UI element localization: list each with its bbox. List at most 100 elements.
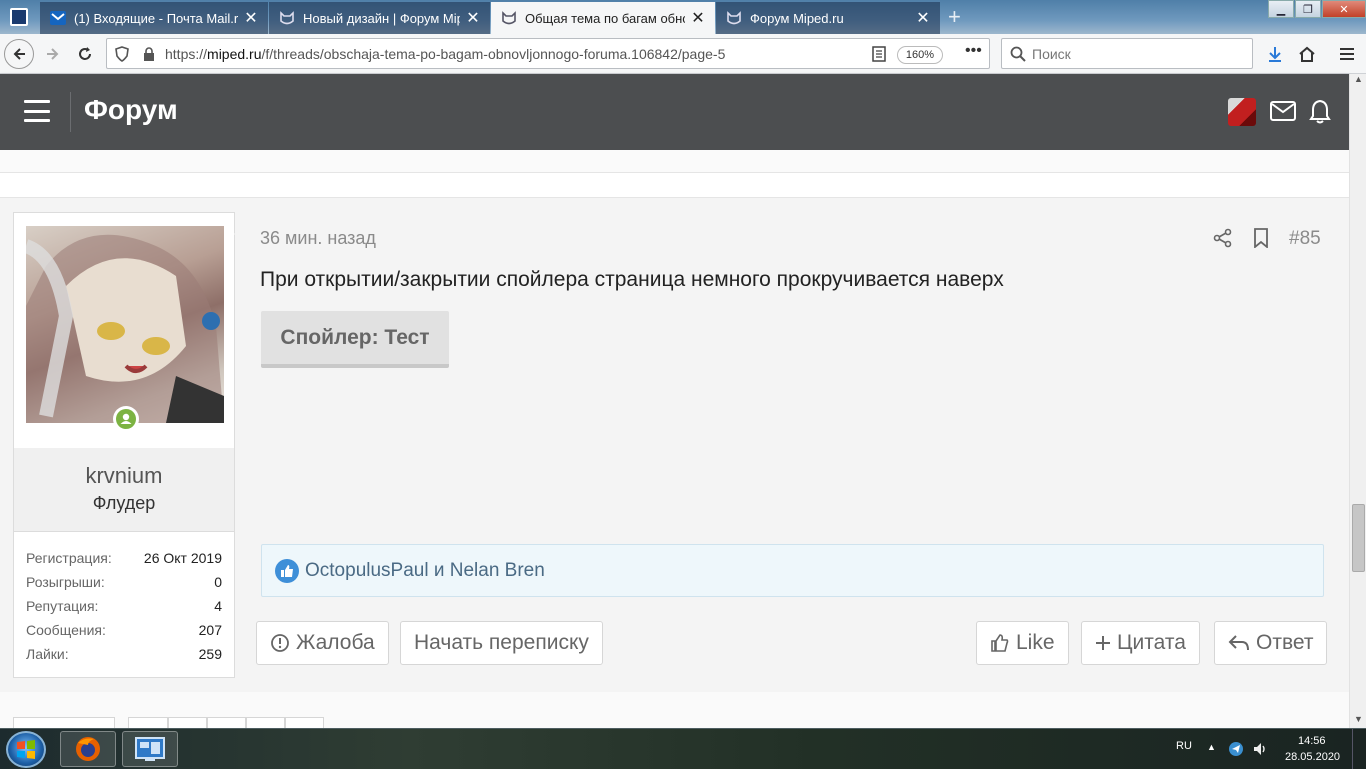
page-content: krvnium Флудер Регистрация: 26 Окт 2019 Р… — [0, 150, 1349, 729]
telegram-tray-icon[interactable] — [1228, 741, 1244, 762]
stat-value: 26 Окт 2019 — [143, 550, 222, 566]
tab-title: Новый дизайн | Форум Miped — [303, 10, 460, 26]
conversation-label: Начать переписку — [414, 631, 589, 654]
reload-button[interactable] — [70, 39, 100, 69]
back-button[interactable] — [4, 39, 34, 69]
miped-icon — [501, 10, 517, 26]
tab-list-icon[interactable] — [10, 8, 28, 26]
header-divider — [70, 92, 71, 132]
lock-icon[interactable] — [143, 47, 155, 66]
close-window-button[interactable]: ✕ — [1322, 0, 1366, 18]
post-text: При открытии/закрытии спойлера страница … — [260, 268, 1004, 291]
site-title[interactable]: Форум — [84, 94, 178, 126]
reply-icon — [1228, 635, 1249, 651]
browser-tab-bar: (1) Входящие - Почта Mail.ru ✕ Новый диз… — [0, 0, 1366, 34]
stat-value: 207 — [198, 622, 222, 638]
scroll-up-icon[interactable]: ▲ — [1354, 74, 1363, 84]
stat-label: Розыгрыши: — [26, 574, 105, 590]
search-input[interactable]: Поиск — [1001, 38, 1253, 69]
avatar-box — [14, 213, 234, 448]
post-time[interactable]: 36 мин. назад — [260, 228, 376, 249]
forum-post: krvnium Флудер Регистрация: 26 Окт 2019 Р… — [0, 198, 1349, 692]
spoiler-button[interactable]: Спойлер: Тест — [261, 311, 449, 368]
user-title: Флудер — [92, 493, 156, 513]
page-actions-icon[interactable]: ••• — [965, 42, 982, 60]
show-desktop-button[interactable] — [1352, 729, 1366, 769]
post-number[interactable]: #85 — [1289, 228, 1321, 250]
url-text: https://miped.ru/f/threads/obschaja-tema… — [165, 46, 725, 62]
close-tab-icon[interactable]: ✕ — [244, 8, 258, 28]
report-label: Жалоба — [296, 631, 375, 654]
page-strip — [0, 172, 1349, 198]
start-conversation-button[interactable]: Начать переписку — [400, 621, 603, 665]
shield-icon[interactable] — [115, 46, 129, 67]
close-tab-icon[interactable]: ✕ — [691, 8, 705, 28]
search-icon — [1010, 46, 1026, 65]
tray-expand-icon[interactable]: ▲ — [1207, 742, 1216, 752]
stat-label: Сообщения: — [26, 622, 106, 638]
quote-label: Цитата — [1117, 631, 1186, 654]
card-arrow — [234, 226, 242, 242]
new-tab-button[interactable]: + — [948, 4, 968, 29]
clock-time[interactable]: 14:56 — [1298, 735, 1326, 747]
plus-icon — [1096, 636, 1110, 650]
minimize-button[interactable]: ▁ — [1268, 0, 1294, 18]
tab-title: Форум Miped.ru — [750, 10, 844, 26]
username[interactable]: krvnium — [14, 463, 234, 489]
clock-date[interactable]: 28.05.2020 — [1285, 751, 1340, 763]
maximize-button[interactable]: ❐ — [1295, 0, 1321, 18]
scrollbar[interactable]: ▲ ▼ — [1349, 74, 1366, 728]
firefox-taskbar-button[interactable] — [60, 731, 116, 767]
scroll-down-icon[interactable]: ▼ — [1354, 714, 1363, 724]
warning-icon — [271, 634, 289, 652]
control-panel-taskbar-button[interactable] — [122, 731, 178, 767]
url-prefix: https:// — [165, 46, 208, 62]
like-button[interactable]: Like — [976, 621, 1069, 665]
language-indicator[interactable]: RU — [1176, 740, 1192, 752]
window-controls: ▁ ❐ ✕ — [1267, 0, 1366, 20]
url-path: /f/threads/obschaja-tema-po-bagam-obnovl… — [261, 46, 726, 62]
stat-row: Розыгрыши: 0 — [26, 574, 222, 590]
volume-icon[interactable] — [1252, 741, 1268, 762]
likes-text[interactable]: OctopulusPaul и Nelan Bren — [305, 560, 545, 582]
miped-icon — [279, 10, 295, 26]
taskbar: RU ▲ 14:56 28.05.2020 — [0, 728, 1366, 769]
menu-icon[interactable] — [1332, 39, 1362, 69]
avatar[interactable] — [26, 226, 224, 423]
tab-forum[interactable]: Форум Miped.ru ✕ — [716, 2, 940, 34]
report-button[interactable]: Жалоба — [256, 621, 389, 665]
forward-button[interactable] — [38, 39, 68, 69]
quote-button[interactable]: Цитата — [1081, 621, 1200, 665]
reply-label: Ответ — [1256, 631, 1314, 654]
tab-bug-thread[interactable]: Общая тема по багам обновл ✕ — [491, 2, 715, 34]
bell-icon[interactable] — [1309, 98, 1331, 129]
share-icon[interactable] — [1213, 228, 1233, 253]
user-avatar[interactable] — [1228, 98, 1256, 126]
url-bar[interactable]: https://miped.ru/f/threads/obschaja-tema… — [106, 38, 990, 69]
control-panel-icon — [135, 737, 165, 761]
online-status-icon — [113, 406, 139, 432]
close-tab-icon[interactable]: ✕ — [916, 8, 930, 28]
start-button[interactable] — [6, 731, 46, 768]
user-card: krvnium Флудер Регистрация: 26 Окт 2019 Р… — [13, 212, 235, 678]
stat-value: 4 — [214, 598, 222, 614]
mail-icon[interactable] — [1270, 100, 1296, 127]
tab-mail[interactable]: (1) Входящие - Почта Mail.ru ✕ — [40, 2, 268, 34]
reader-view-icon[interactable] — [872, 46, 886, 67]
stat-row: Сообщения: 207 — [26, 622, 222, 638]
zoom-level[interactable]: 160% — [897, 46, 943, 64]
user-stats: Регистрация: 26 Окт 2019 Розыгрыши: 0 Репу… — [14, 531, 234, 677]
hamburger-icon[interactable] — [24, 100, 50, 122]
tab-new-design[interactable]: Новый дизайн | Форум Miped ✕ — [269, 2, 490, 34]
bookmark-icon[interactable] — [1252, 228, 1270, 253]
home-icon[interactable] — [1292, 39, 1322, 69]
close-tab-icon[interactable]: ✕ — [466, 8, 480, 28]
thumbs-up-icon — [991, 634, 1009, 652]
site-header: Форум — [0, 74, 1349, 150]
scrollbar-thumb[interactable] — [1352, 504, 1365, 572]
reply-button[interactable]: Ответ — [1214, 621, 1328, 665]
download-icon[interactable] — [1260, 39, 1290, 69]
stat-label: Лайки: — [26, 646, 69, 662]
likes-bar: OctopulusPaul и Nelan Bren — [261, 544, 1324, 597]
tab-title: (1) Входящие - Почта Mail.ru — [74, 10, 238, 26]
